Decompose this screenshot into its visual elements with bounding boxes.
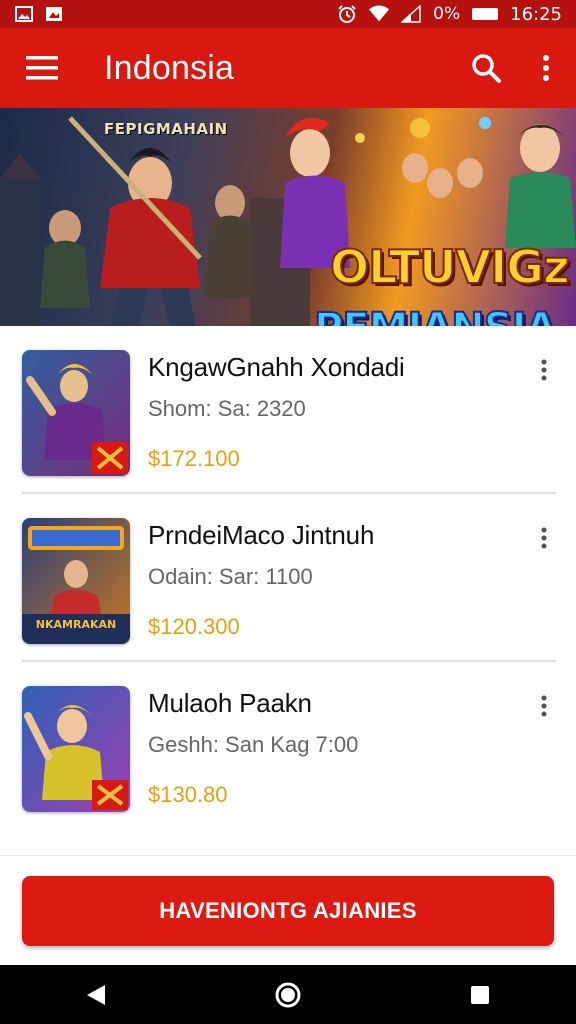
item-price: $172.100 <box>148 446 240 471</box>
battery-percentage: 0% <box>433 4 461 24</box>
alarm-icon <box>337 5 357 23</box>
back-icon <box>87 984 105 1005</box>
image-icon <box>44 5 64 23</box>
battery-icon <box>472 8 499 20</box>
banner-caption: FEPIGMAHAIN <box>104 120 228 138</box>
item-more-button[interactable] <box>530 692 558 720</box>
clock: 16:25 <box>510 3 562 25</box>
item-title: PrndeiMaco Jintnuh <box>148 520 375 550</box>
status-bar: 0% 16:25 <box>0 0 576 28</box>
item-thumbnail <box>22 350 130 476</box>
item-subtitle: Geshh: San Kag 7:00 <box>148 732 359 757</box>
item-price: $130.80 <box>148 782 228 807</box>
item-more-button[interactable] <box>530 524 558 552</box>
system-nav-bar <box>0 965 576 1024</box>
banner-title-line1: OLTUVIGz <box>329 240 571 294</box>
item-title: Mulaoh Paakn <box>148 688 312 718</box>
item-price: $120.300 <box>148 614 240 639</box>
more-vertical-icon <box>541 527 547 549</box>
list-item[interactable]: KngawGnahh Xondadi Shom: Sa: 2320 $172.1… <box>0 326 576 494</box>
more-options-button[interactable] <box>516 28 576 108</box>
app-title: Indonsia <box>104 48 235 87</box>
more-vertical-icon <box>541 359 547 381</box>
item-thumbnail: NKAMRAKAN <box>22 518 130 644</box>
promo-banner[interactable]: FEPIGMAHAIN OLTUVIGz PEMIANSIA <box>0 108 576 326</box>
app-bar: Indonsia <box>0 28 576 108</box>
recents-icon <box>471 985 489 1004</box>
search-button[interactable] <box>456 28 516 108</box>
item-more-button[interactable] <box>530 356 558 384</box>
primary-cta-button[interactable]: HAVENIONTG AJIANIES <box>22 876 554 946</box>
home-button[interactable] <box>258 965 318 1024</box>
back-button[interactable] <box>66 965 126 1024</box>
signal-icon <box>401 5 421 23</box>
more-vertical-icon <box>543 55 549 81</box>
more-vertical-icon <box>541 695 547 717</box>
cta-section: HAVENIONTG AJIANIES <box>0 855 576 965</box>
game-list: KngawGnahh Xondadi Shom: Sa: 2320 $172.1… <box>0 326 576 830</box>
item-subtitle: Odain: Sar: 1100 <box>148 564 313 589</box>
recents-button[interactable] <box>450 965 510 1024</box>
banner-title-line2: PEMIANSIA <box>313 307 557 326</box>
list-item[interactable]: Mulaoh Paakn Geshh: San Kag 7:00 $130.80 <box>0 662 576 830</box>
menu-button[interactable] <box>0 28 84 108</box>
list-item[interactable]: NKAMRAKAN PrndeiMaco Jintnuh Odain: Sar:… <box>0 494 576 662</box>
wifi-icon <box>369 5 390 23</box>
thumb-caption: NKAMRAKAN <box>35 618 117 631</box>
item-thumbnail <box>22 686 130 812</box>
gallery-icon <box>14 5 34 23</box>
menu-icon <box>26 56 58 80</box>
home-icon <box>275 982 301 1007</box>
item-title: KngawGnahh Xondadi <box>148 352 405 382</box>
search-icon <box>472 54 501 83</box>
item-subtitle: Shom: Sa: 2320 <box>148 396 306 421</box>
